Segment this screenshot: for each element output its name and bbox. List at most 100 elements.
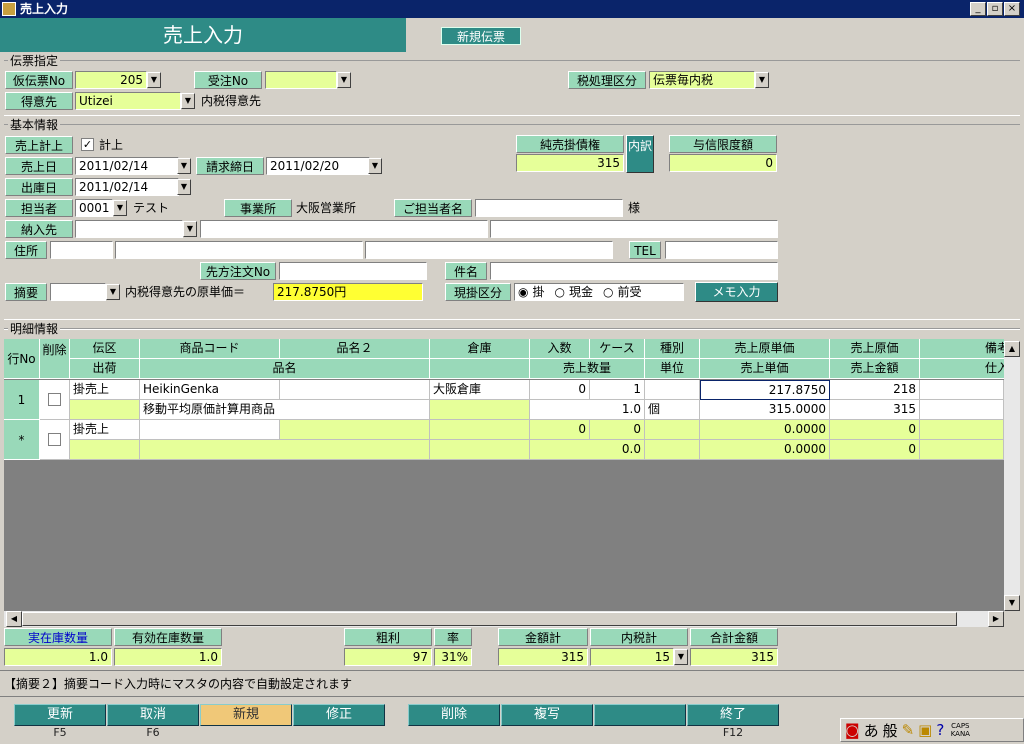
tel-input[interactable] <box>665 241 778 259</box>
minimize-button[interactable]: _ <box>970 2 986 16</box>
row-shiire[interactable] <box>920 400 1004 420</box>
row-code[interactable]: HeikinGenka <box>140 380 280 400</box>
gotanto-input[interactable] <box>475 199 623 217</box>
row-shukka[interactable] <box>70 440 140 460</box>
row-tani[interactable]: 個 <box>645 400 700 420</box>
nonyu-name2-input[interactable] <box>490 220 778 238</box>
radio-maeuke-label[interactable]: 前受 <box>617 284 641 300</box>
table-row[interactable]: * 掛売上 0 0 0.0000 0 0.0 0.0000 0 <box>4 420 1004 460</box>
row-soko[interactable]: 大阪倉庫 <box>430 380 530 400</box>
row-shubetsu[interactable] <box>645 380 700 400</box>
uriage-date-input[interactable]: 2011/02/14 <box>75 157 179 175</box>
update-button[interactable]: 更新 <box>14 704 106 726</box>
maximize-button[interactable]: ▫ <box>987 2 1003 16</box>
horizontal-scrollbar[interactable]: ◀ ▶ <box>4 611 1004 627</box>
vertical-scrollbar[interactable]: ▲ ▼ <box>1004 341 1020 611</box>
uchiwake-button[interactable]: 内訳 <box>626 135 654 173</box>
row-irisu[interactable]: 0 <box>530 420 590 440</box>
uchizei-value[interactable]: 15 <box>590 648 674 666</box>
blank-button[interactable] <box>594 704 686 726</box>
cancel-button[interactable]: 取消 <box>107 704 199 726</box>
row-gentanka[interactable]: 217.8750 <box>700 380 830 400</box>
tokuisaki-dropdown-icon[interactable]: ▼ <box>181 93 195 109</box>
row-tanka[interactable]: 0.0000 <box>700 440 830 460</box>
radio-kake-label[interactable]: 掛 <box>532 284 544 300</box>
radio-genkin-label[interactable]: 現金 <box>569 284 593 300</box>
ime-kind[interactable]: 般 <box>883 720 898 741</box>
row-irisu[interactable]: 0 <box>530 380 590 400</box>
kari-no-dropdown-icon[interactable]: ▼ <box>147 72 161 88</box>
radio-maeuke-icon[interactable]: ○ <box>603 284 613 300</box>
row-shiire[interactable] <box>920 440 1004 460</box>
shukko-date-dropdown-icon[interactable]: ▼ <box>177 179 191 195</box>
row-hinmei[interactable] <box>140 440 430 460</box>
shukko-date-input[interactable]: 2011/02/14 <box>75 178 179 196</box>
exit-button[interactable]: 終了 <box>687 704 779 726</box>
row-denku[interactable]: 掛売上 <box>70 420 140 440</box>
zip-input[interactable] <box>50 241 113 259</box>
nonyu-name-input[interactable] <box>200 220 488 238</box>
row-delete-checkbox[interactable] <box>48 393 61 406</box>
uriage-date-dropdown-icon[interactable]: ▼ <box>177 158 191 174</box>
seikyu-date-input[interactable]: 2011/02/20 <box>266 157 370 175</box>
scroll-left-icon[interactable]: ◀ <box>6 611 22 627</box>
radio-kake-icon[interactable]: ◉ <box>518 284 528 300</box>
radio-genkin-icon[interactable]: ○ <box>555 284 565 300</box>
kari-no-input[interactable]: 205 <box>75 71 147 89</box>
kenmei-input[interactable] <box>490 262 778 280</box>
delete-button[interactable]: 削除 <box>408 704 500 726</box>
nonyu-dropdown-icon[interactable]: ▼ <box>183 221 197 237</box>
uchizei-dropdown-icon[interactable]: ▼ <box>674 649 688 665</box>
row-hinmei2[interactable] <box>280 380 430 400</box>
tax-select[interactable]: 伝票毎内税 <box>649 71 755 89</box>
tokuisaki-input[interactable]: Utizei <box>75 92 181 110</box>
sakichumon-input[interactable] <box>279 262 427 280</box>
address2-input[interactable] <box>365 241 613 259</box>
nonyu-code-input[interactable] <box>75 220 183 238</box>
row-genka[interactable]: 0 <box>830 420 920 440</box>
ime-pad-icon[interactable]: ✎ <box>902 721 915 739</box>
ime-logo-icon[interactable]: ◙ <box>845 721 860 739</box>
ime-mode[interactable]: あ <box>864 720 879 741</box>
tanto-code-input[interactable]: 0001 <box>75 199 113 217</box>
row-case[interactable]: 1 <box>590 380 645 400</box>
row-kingaku[interactable]: 315 <box>830 400 920 420</box>
row-soko[interactable] <box>430 420 530 440</box>
memo-button[interactable]: メモ入力 <box>695 282 778 302</box>
juchu-no-input[interactable] <box>265 71 337 89</box>
row-biko[interactable] <box>920 380 1004 400</box>
row-genka[interactable]: 218 <box>830 380 920 400</box>
row-suryo[interactable]: 1.0 <box>530 400 645 420</box>
row-kingaku[interactable]: 0 <box>830 440 920 460</box>
row-shubetsu[interactable] <box>645 420 700 440</box>
keijo-checkbox[interactable]: ✓ <box>81 138 94 151</box>
scroll-down-icon[interactable]: ▼ <box>1004 595 1020 611</box>
address1-input[interactable] <box>115 241 363 259</box>
close-button[interactable]: × <box>1004 2 1020 16</box>
row-tani[interactable] <box>645 440 700 460</box>
row-hinmei[interactable]: 移動平均原価計算用商品 <box>140 400 430 420</box>
copy-button[interactable]: 複写 <box>501 704 593 726</box>
tax-dropdown-icon[interactable]: ▼ <box>755 72 769 88</box>
tanto-dropdown-icon[interactable]: ▼ <box>113 200 127 216</box>
row-code[interactable] <box>140 420 280 440</box>
scroll-up-icon[interactable]: ▲ <box>1004 341 1020 357</box>
tekiyo-code-input[interactable] <box>50 283 106 301</box>
row-tanka[interactable]: 315.0000 <box>700 400 830 420</box>
row-denku[interactable]: 掛売上 <box>70 380 140 400</box>
help-icon[interactable]: ? <box>936 721 944 739</box>
ime-tool-icon[interactable]: ▣ <box>918 721 932 739</box>
row-shukka[interactable] <box>70 400 140 420</box>
table-row[interactable]: 1 掛売上 HeikinGenka 大阪倉庫 0 1 217.8750 218 … <box>4 380 1004 420</box>
tekiyo-value-input[interactable]: 217.8750円 <box>273 283 423 301</box>
row-suryo[interactable]: 0.0 <box>530 440 645 460</box>
row-biko[interactable] <box>920 420 1004 440</box>
edit-button[interactable]: 修正 <box>293 704 385 726</box>
juchu-no-dropdown-icon[interactable]: ▼ <box>337 72 351 88</box>
scroll-right-icon[interactable]: ▶ <box>988 611 1004 627</box>
row-gentanka[interactable]: 0.0000 <box>700 420 830 440</box>
seikyu-date-dropdown-icon[interactable]: ▼ <box>368 158 382 174</box>
new-button[interactable]: 新規 <box>200 704 292 726</box>
row-delete-checkbox[interactable] <box>48 433 61 446</box>
row-case[interactable]: 0 <box>590 420 645 440</box>
